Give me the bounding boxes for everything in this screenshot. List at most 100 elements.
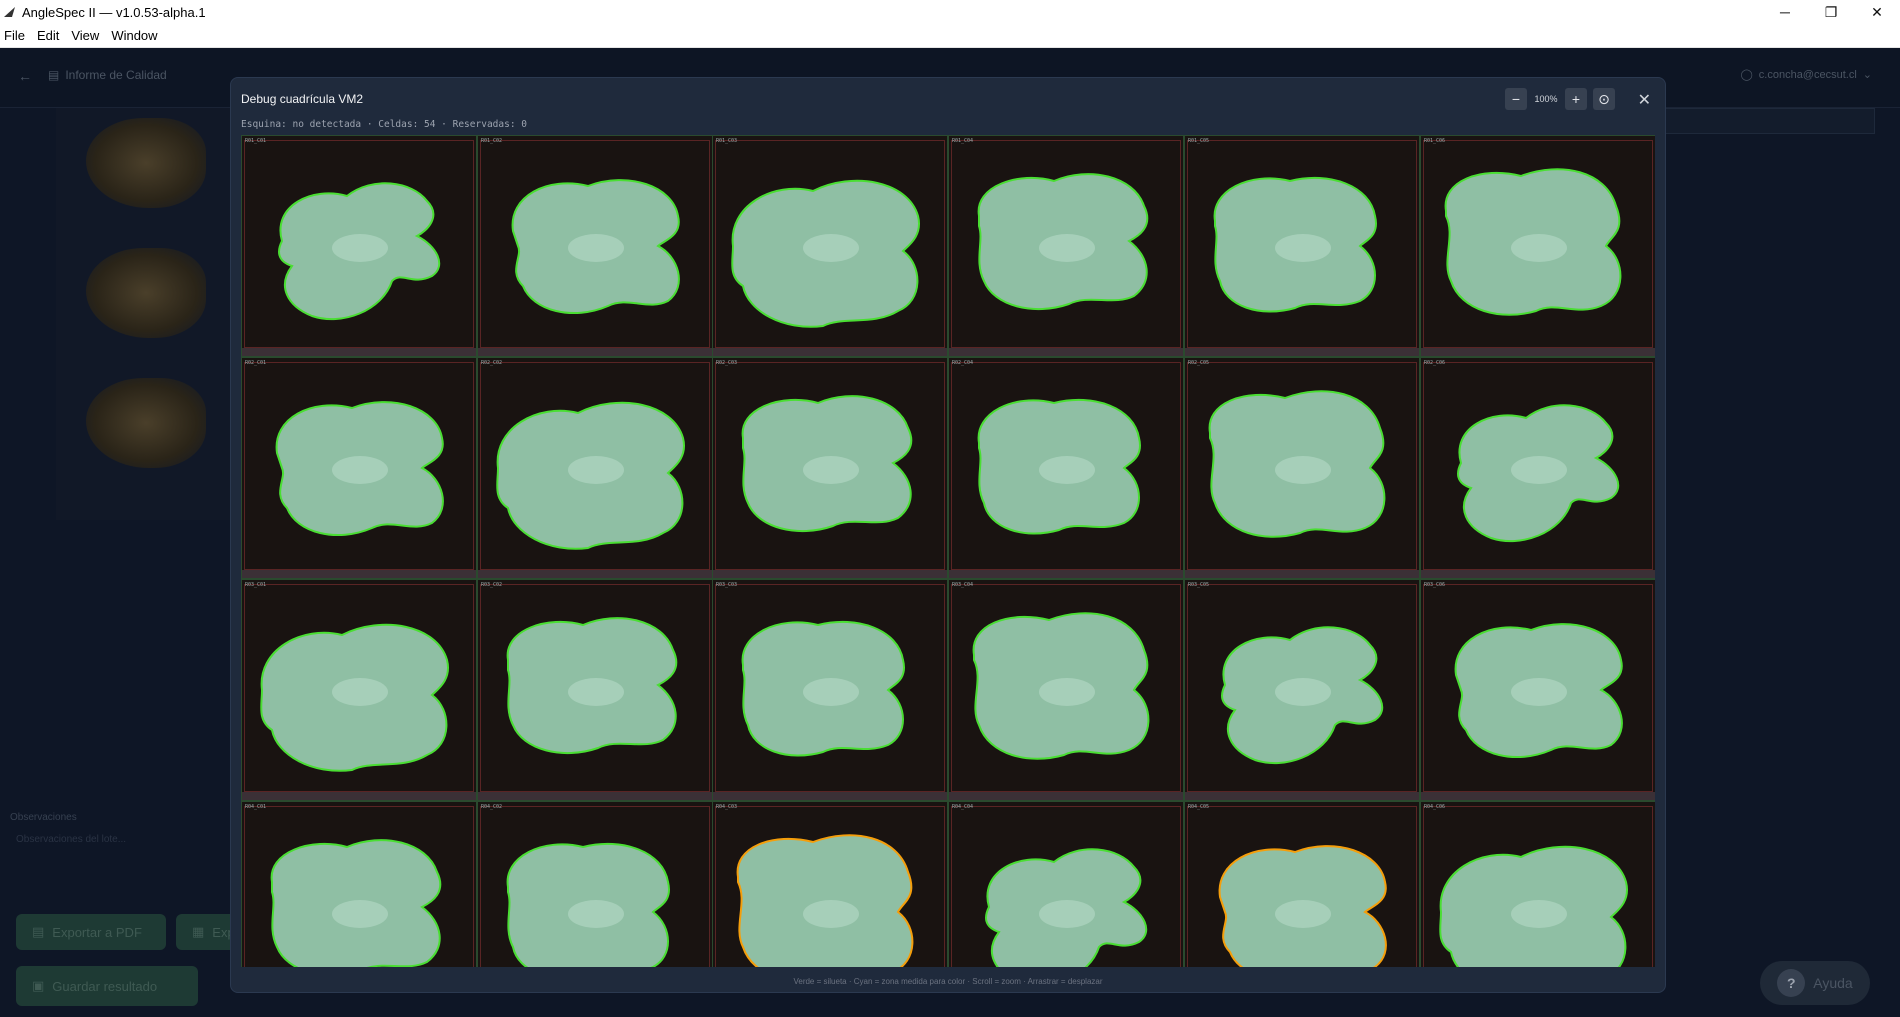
grid-cell: R01_C06	[1420, 135, 1655, 357]
help-button[interactable]: ? Ayuda	[1760, 961, 1870, 1005]
grid-cell: R04_C05	[1184, 801, 1420, 967]
walnut-silhouette	[1208, 390, 1386, 538]
grid-cell: R04_C04	[948, 801, 1184, 967]
observations-field[interactable]: Observaciones del lote...	[16, 834, 126, 845]
walnut-silhouette	[1454, 623, 1623, 758]
grid-cell: R03_C01	[241, 579, 477, 801]
menu-file[interactable]: File	[2, 28, 33, 43]
menu-view[interactable]: View	[69, 28, 107, 43]
cell-divider-strip	[1421, 792, 1655, 800]
cell-divider-strip	[713, 792, 947, 800]
walnut-center	[803, 456, 859, 484]
walnut-silhouette	[511, 179, 680, 314]
walnut-center	[1511, 456, 1567, 484]
modal-title: Debug cuadrícula VM2	[241, 92, 364, 106]
cell-divider-strip	[713, 348, 947, 356]
export-pdf-label: Exportar a PDF	[52, 924, 142, 940]
walnut-silhouette	[506, 617, 678, 755]
walnut-center	[332, 678, 388, 706]
walnut-silhouette	[741, 395, 913, 533]
grid-cell: R04_C06	[1420, 801, 1655, 967]
walnut-silhouette	[278, 182, 441, 321]
walnut-silhouette	[1457, 404, 1620, 543]
grid-cell: R02_C05	[1184, 357, 1420, 579]
cell-divider-strip	[242, 792, 476, 800]
cell-divider-strip	[1421, 570, 1655, 578]
filter-bar	[1665, 108, 1875, 134]
walnut-center	[1039, 456, 1095, 484]
walnut-silhouette	[731, 179, 920, 328]
cell-divider-strip	[1421, 348, 1655, 356]
save-result-label: Guardar resultado	[52, 978, 158, 994]
back-arrow-icon[interactable]: ←	[18, 68, 32, 84]
walnut-silhouette	[1213, 176, 1377, 313]
help-label: Ayuda	[1813, 975, 1853, 991]
grid-cell: R04_C03	[712, 801, 948, 967]
walnut-silhouette	[1444, 168, 1622, 316]
menu-window[interactable]: Window	[109, 28, 165, 43]
cell-divider-strip	[242, 348, 476, 356]
minimize-button[interactable]: ─	[1762, 0, 1808, 24]
app-logo-icon	[4, 7, 15, 17]
zoom-reset-button[interactable]: ⊙	[1593, 88, 1615, 110]
report-icon: ▤	[48, 68, 60, 82]
grid-cell: R02_C02	[477, 357, 713, 579]
save-result-button[interactable]: ▣ Guardar resultado	[16, 966, 198, 1006]
close-modal-button[interactable]: ✕	[1638, 90, 1651, 110]
grid-cell: R03_C06	[1420, 579, 1655, 801]
walnut-silhouette	[506, 842, 670, 967]
cell-divider-strip	[1185, 570, 1419, 578]
walnut-center	[1275, 900, 1331, 928]
walnut-center	[568, 678, 624, 706]
grid-cell: R01_C05	[1184, 135, 1420, 357]
debug-grid-modal: Debug cuadrícula VM2 Esquina: no detecta…	[230, 77, 1666, 993]
walnut-center	[568, 900, 624, 928]
grid-cell: R02_C03	[712, 357, 948, 579]
cell-divider-strip	[713, 570, 947, 578]
grid-cell: R04_C02	[477, 801, 713, 967]
walnut-center	[332, 900, 388, 928]
walnut-silhouette	[736, 834, 914, 967]
legend-hint: Verde = silueta · Cyan = zona medida par…	[793, 977, 1103, 986]
walnut-center	[1511, 234, 1567, 262]
walnut-silhouette	[977, 398, 1141, 535]
observations-label: Observaciones	[10, 812, 77, 823]
cell-divider-strip	[478, 570, 712, 578]
close-window-button[interactable]: ✕	[1854, 0, 1900, 24]
zoom-out-button[interactable]: −	[1505, 88, 1527, 110]
table-icon: ▦	[192, 924, 205, 939]
walnut-silhouette	[275, 401, 444, 536]
walnut-grid: R01_C01 R01_C02 R01_C03 R01_C04 R01_C05 R01_C…	[241, 135, 1655, 967]
menubar: File Edit View Window	[0, 24, 1900, 48]
cell-divider-strip	[949, 792, 1183, 800]
walnut-center	[1039, 900, 1095, 928]
export-pdf-button[interactable]: ▤ Exportar a PDF	[16, 914, 166, 950]
grid-cell: R03_C02	[477, 579, 713, 801]
chevron-down-icon: ⌄	[1862, 69, 1872, 81]
walnut-silhouette	[496, 401, 685, 550]
walnut-center	[568, 456, 624, 484]
grid-cell: R01_C03	[712, 135, 948, 357]
grid-cell: R01_C01	[241, 135, 477, 357]
walnut-thumbnail	[86, 248, 206, 338]
maximize-button[interactable]: ❐	[1808, 0, 1854, 24]
walnut-center	[332, 234, 388, 262]
save-icon: ▣	[32, 978, 45, 993]
zoom-in-button[interactable]: +	[1565, 88, 1587, 110]
user-menu[interactable]: ◯ c.concha@cecsut.cl ⌄	[1740, 68, 1872, 82]
walnut-silhouette	[1439, 845, 1628, 967]
window-titlebar: AngleSpec II — v1.0.53-alpha.1 ─ ❐ ✕	[0, 0, 1900, 24]
walnut-center	[1275, 234, 1331, 262]
walnut-center	[803, 234, 859, 262]
walnut-center	[1039, 678, 1095, 706]
debug-image-viewport[interactable]: R01_C01 R01_C02 R01_C03 R01_C04 R01_C05 R01_C…	[241, 135, 1655, 967]
cell-divider-strip	[242, 570, 476, 578]
export-excel-button[interactable]: ▦ Exp	[176, 914, 236, 950]
cell-divider-strip	[478, 792, 712, 800]
walnut-silhouette	[260, 623, 449, 772]
walnut-center	[803, 678, 859, 706]
menu-edit[interactable]: Edit	[35, 28, 67, 43]
grid-cell: R02_C04	[948, 357, 1184, 579]
thumbnail-panel	[56, 108, 236, 520]
walnut-silhouette	[985, 848, 1148, 967]
